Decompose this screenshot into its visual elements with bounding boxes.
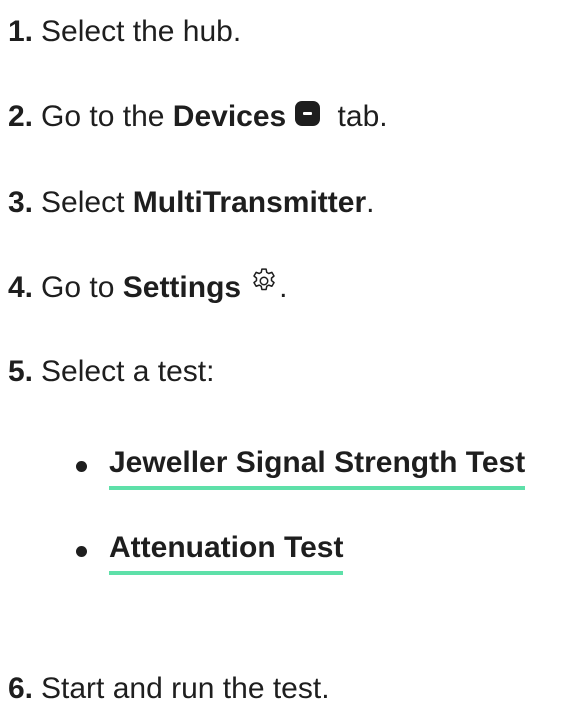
step-text-post: tab. — [329, 100, 388, 133]
multitransmitter-label: MultiTransmitter — [132, 186, 367, 219]
step-number: 6. — [8, 672, 34, 705]
bullet-icon — [76, 546, 87, 557]
step-number: 4. — [8, 271, 34, 304]
step-text: Start and run the test. — [41, 672, 330, 705]
step-text-pre: Select — [41, 186, 133, 219]
step-text-pre: Go to the — [41, 100, 173, 133]
step-2: 2. Go to the Devices tab. — [8, 97, 388, 137]
gear-icon — [249, 266, 279, 296]
step-number: 2. — [8, 100, 34, 133]
step-5: 5. Select a test: — [8, 352, 214, 392]
devices-tab-icon — [295, 100, 321, 126]
step-text-post: . — [279, 271, 288, 304]
step-text-post: . — [366, 186, 375, 219]
test-list-item: Attenuation Test — [76, 528, 344, 575]
step-text: Select a test: — [41, 355, 215, 388]
step-6: 6. Start and run the test. — [8, 669, 330, 709]
step-number: 5. — [8, 355, 34, 388]
bullet-icon — [76, 461, 87, 472]
step-3: 3. Select MultiTransmitter . — [8, 183, 374, 223]
attenuation-test-link[interactable]: Attenuation Test — [109, 528, 344, 575]
step-number: 3. — [8, 186, 34, 219]
devices-label: Devices — [172, 100, 287, 133]
jeweller-signal-strength-test-link[interactable]: Jeweller Signal Strength Test — [109, 443, 526, 490]
step-1: 1. Select the hub. — [8, 12, 241, 52]
step-text-pre: Go to — [41, 271, 123, 304]
settings-label: Settings — [122, 271, 242, 304]
step-number: 1. — [8, 15, 34, 48]
test-list-item: Jeweller Signal Strength Test — [76, 443, 526, 490]
step-text: Select the hub. — [41, 15, 242, 48]
step-4: 4. Go to Settings . — [8, 268, 287, 308]
